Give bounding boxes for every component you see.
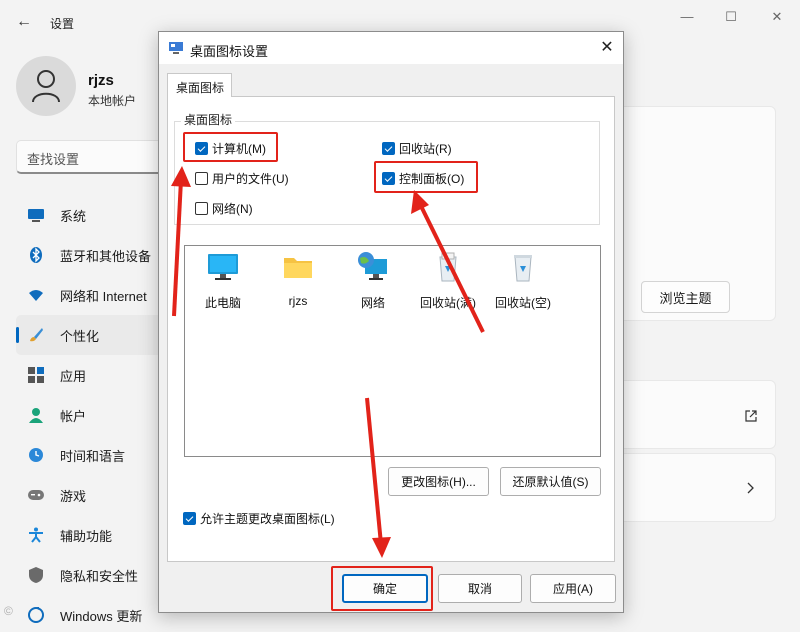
sidebar-item-system[interactable]: 系统 — [16, 195, 176, 235]
sidebar-item-label: 隐私和安全性 — [60, 568, 139, 584]
cancel-button[interactable]: 取消 — [438, 574, 522, 603]
ok-button[interactable]: 确定 — [342, 574, 428, 603]
monitor-icon — [28, 207, 44, 223]
checkbox-label: 用户的文件(U) — [212, 172, 289, 186]
setting-row-card[interactable] — [600, 453, 776, 522]
clock-globe-icon — [28, 447, 44, 463]
recycle-bin-empty-icon — [514, 255, 532, 282]
sidebar-item-bluetooth[interactable]: 蓝牙和其他设备 — [16, 235, 176, 275]
icon-label: 网络 — [360, 296, 385, 310]
icon-label: 回收站(满) — [420, 296, 476, 310]
update-icon — [28, 607, 44, 623]
brush-icon — [28, 327, 44, 343]
checkbox-label: 控制面板(O) — [399, 172, 465, 186]
sidebar-item-network[interactable]: 网络和 Internet — [16, 275, 176, 315]
dialog-title: 桌面图标设置 — [190, 44, 269, 59]
sidebar-item-accessibility[interactable]: 辅助功能 — [16, 515, 176, 555]
icon-label: 回收站(空) — [495, 296, 551, 310]
sidebar-item-personalization[interactable]: 个性化 — [16, 315, 176, 355]
sidebar-item-label: 网络和 Internet — [60, 288, 147, 304]
sidebar-item-gaming[interactable]: 游戏 — [16, 475, 176, 515]
network-checkbox[interactable]: 网络(N) — [195, 200, 253, 217]
dialog-titlebar: 桌面图标设置 ✕ — [159, 32, 623, 64]
sidebar-item-label: 蓝牙和其他设备 — [60, 248, 152, 264]
sidebar-item-label: 应用 — [60, 368, 87, 384]
icon-item-user-folder[interactable]: rjzs — [260, 251, 336, 308]
desktop-icon — [169, 42, 183, 54]
checkbox-unchecked[interactable] — [195, 172, 208, 185]
restore-default-button[interactable]: 还原默认值(S) — [500, 467, 601, 496]
sidebar-item-windows-update[interactable]: Windows 更新 — [16, 595, 176, 632]
minimize-icon[interactable]: — — [676, 8, 698, 26]
checkbox-label: 回收站(R) — [399, 142, 452, 156]
sidebar-item-privacy[interactable]: 隐私和安全性 — [16, 555, 176, 595]
icon-item-this-pc[interactable]: 此电脑 — [185, 251, 261, 311]
recycle-bin-full-icon — [439, 252, 457, 282]
account-type: 本地帐户 — [88, 94, 137, 108]
bluetooth-icon — [28, 247, 44, 263]
folder-icon — [284, 258, 312, 278]
browse-themes-button[interactable]: 浏览主题 — [641, 281, 730, 313]
apps-icon — [28, 367, 44, 383]
gamepad-icon — [28, 487, 44, 503]
icon-item-network[interactable]: 网络 — [335, 251, 411, 311]
network-globe-icon — [358, 252, 387, 280]
back-arrow-icon[interactable]: ← — [14, 12, 34, 32]
sidebar-item-apps[interactable]: 应用 — [16, 355, 176, 395]
control-panel-checkbox[interactable]: 控制面板(O) — [382, 170, 464, 187]
checkbox-label: 允许主题更改桌面图标(L) — [200, 512, 335, 526]
recycle-bin-checkbox[interactable]: 回收站(R) — [382, 140, 452, 157]
desktop-icon-list: 此电脑 rjzs 网络 回收站(满) 回收站(空) — [184, 245, 601, 457]
icon-item-recycle-bin-full[interactable]: 回收站(满) — [410, 251, 486, 311]
checkbox-checked[interactable] — [183, 512, 196, 525]
checkbox-label: 网络(N) — [212, 202, 253, 216]
icon-label: rjzs — [288, 294, 308, 308]
watermark-logo: © — [4, 604, 13, 618]
account-icon — [28, 407, 44, 423]
chevron-right-icon — [747, 482, 754, 494]
related-link-card[interactable] — [600, 380, 776, 449]
close-icon[interactable]: ✕ — [766, 8, 788, 26]
tab-desktop-icons[interactable]: 桌面图标 — [167, 73, 232, 97]
user-files-checkbox[interactable]: 用户的文件(U) — [195, 170, 289, 187]
checkbox-unchecked[interactable] — [195, 202, 208, 215]
sidebar-item-accounts[interactable]: 帐户 — [16, 395, 176, 435]
sidebar-item-label: Windows 更新 — [60, 608, 143, 624]
group-label: 桌面图标 — [181, 111, 236, 128]
sidebar-item-label: 时间和语言 — [60, 448, 126, 464]
sidebar-item-label: 游戏 — [60, 488, 87, 504]
icon-label: 此电脑 — [204, 296, 241, 310]
sidebar-item-label: 辅助功能 — [60, 528, 113, 544]
checkbox-checked[interactable] — [382, 172, 395, 185]
allow-theme-checkbox[interactable]: 允许主题更改桌面图标(L) — [183, 510, 335, 527]
sidebar-item-label: 个性化 — [60, 328, 100, 344]
change-icon-button[interactable]: 更改图标(H)... — [388, 467, 489, 496]
checkbox-label: 计算机(M) — [212, 142, 266, 156]
checkbox-checked[interactable] — [195, 142, 208, 155]
sidebar-item-label: 系统 — [60, 208, 87, 224]
sidebar-nav: 系统 蓝牙和其他设备 网络和 Internet 个性化 应用 帐户 时间和语言 — [16, 195, 176, 632]
shield-icon — [28, 567, 44, 583]
search-input[interactable]: 查找设置 — [16, 140, 176, 174]
external-link-icon — [745, 410, 757, 422]
monitor-icon — [208, 254, 238, 280]
accessibility-icon — [28, 527, 44, 543]
sidebar-item-time-language[interactable]: 时间和语言 — [16, 435, 176, 475]
maximize-icon[interactable]: ☐ — [720, 8, 742, 26]
apply-button[interactable]: 应用(A) — [530, 574, 616, 603]
avatar[interactable] — [16, 56, 76, 116]
user-icon — [32, 70, 60, 103]
desktop-icon-settings-dialog: 桌面图标设置 ✕ 桌面图标 桌面图标 计算机(M) 用户的文件(U) 网络(N)… — [158, 31, 624, 613]
icon-item-recycle-bin-empty[interactable]: 回收站(空) — [485, 251, 561, 311]
wifi-icon — [28, 287, 44, 303]
checkbox-checked[interactable] — [382, 142, 395, 155]
sidebar-item-label: 帐户 — [60, 408, 87, 424]
app-title: 设置 — [50, 17, 75, 31]
computer-checkbox[interactable]: 计算机(M) — [195, 140, 266, 157]
close-icon[interactable]: ✕ — [597, 38, 617, 58]
user-name: rjzs — [88, 72, 114, 89]
